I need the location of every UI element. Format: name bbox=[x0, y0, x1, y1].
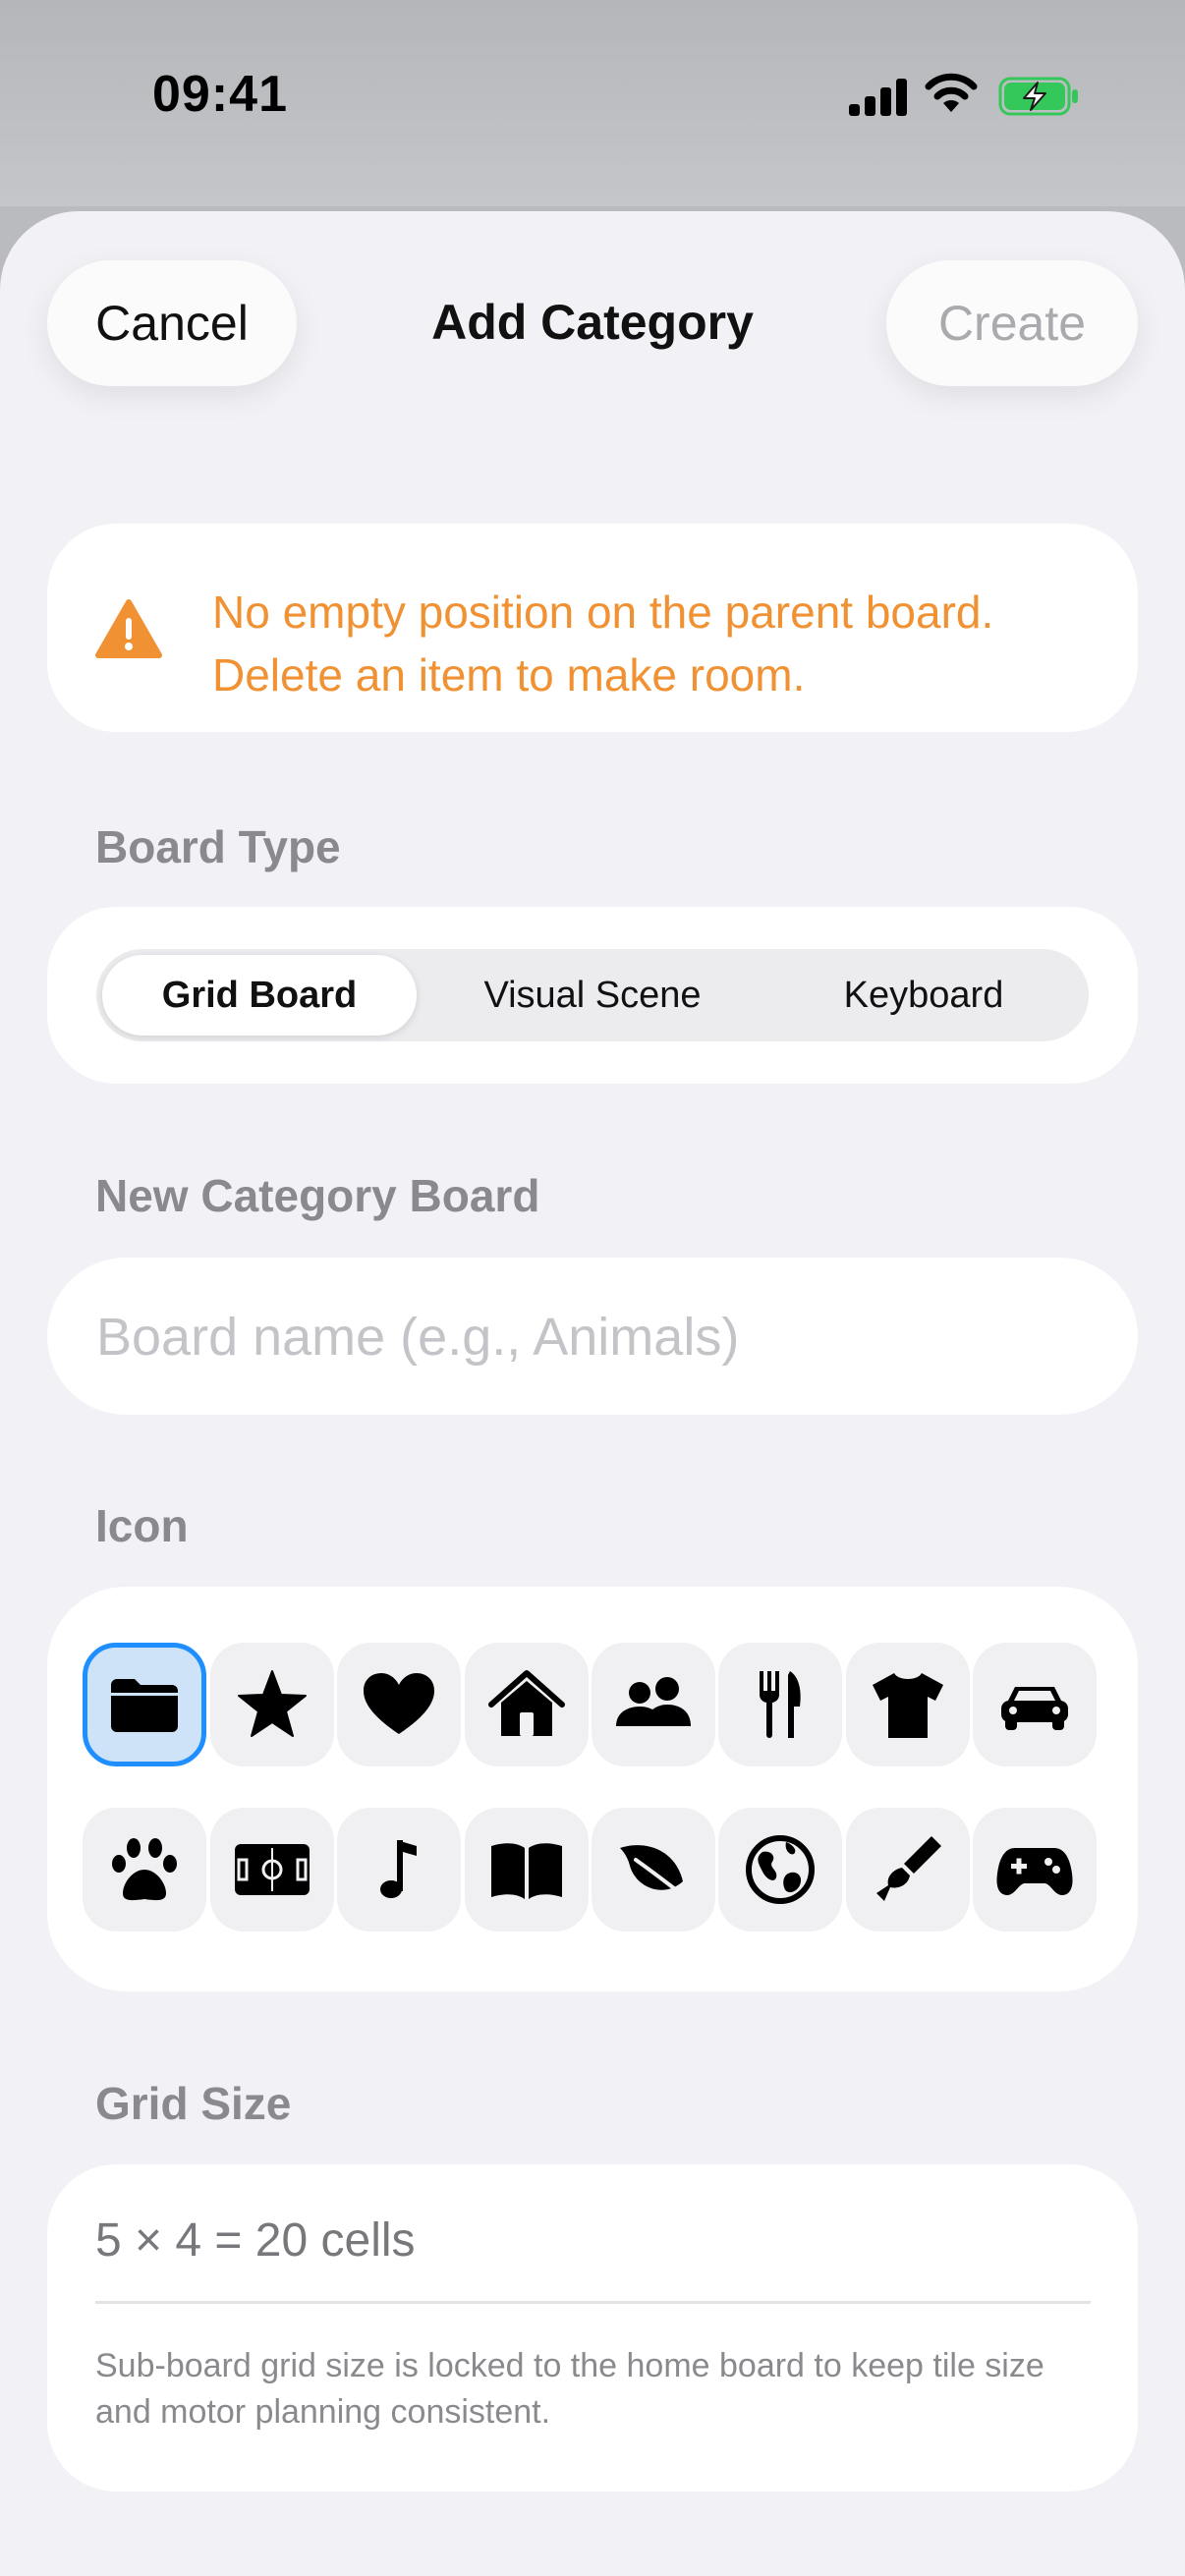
board-type-segmented-control: Grid Board Visual Scene Keyboard bbox=[96, 949, 1089, 1041]
icon-option-house[interactable] bbox=[465, 1643, 589, 1766]
icon-picker-card bbox=[47, 1587, 1138, 1991]
grid-size-card: 5 × 4 = 20 cells Sub-board grid size is … bbox=[47, 2164, 1138, 2492]
warning-banner: No empty position on the parent board. D… bbox=[47, 524, 1138, 732]
tshirt-icon bbox=[873, 1673, 943, 1738]
status-time: 09:41 bbox=[152, 66, 288, 123]
segment-keyboard[interactable]: Keyboard bbox=[764, 955, 1083, 1036]
icon-option-fork-knife[interactable] bbox=[718, 1643, 842, 1766]
globe-icon bbox=[746, 1835, 815, 1904]
icon-option-leaf[interactable] bbox=[592, 1808, 715, 1932]
battery-charging-icon bbox=[998, 77, 1078, 116]
segment-visual-scene[interactable]: Visual Scene bbox=[430, 955, 755, 1036]
gamecontroller-icon bbox=[996, 1848, 1073, 1895]
car-icon bbox=[1001, 1687, 1068, 1730]
icon-option-car[interactable] bbox=[973, 1643, 1097, 1766]
leaf-icon bbox=[620, 1845, 685, 1897]
icon-option-paintbrush[interactable] bbox=[846, 1808, 970, 1932]
create-button[interactable]: Create bbox=[886, 260, 1138, 386]
icon-option-people[interactable] bbox=[592, 1643, 715, 1766]
warning-message: No empty position on the parent board. D… bbox=[212, 587, 994, 700]
wifi-icon bbox=[925, 73, 978, 112]
heart-icon bbox=[364, 1673, 434, 1734]
board-type-card: Grid Board Visual Scene Keyboard bbox=[47, 907, 1138, 1084]
icon-option-folder[interactable] bbox=[83, 1643, 206, 1766]
folder-icon bbox=[111, 1679, 178, 1732]
icon-option-tshirt[interactable] bbox=[846, 1643, 970, 1766]
grid-size-value: 5 × 4 = 20 cells bbox=[95, 2214, 416, 2267]
status-bar: 09:41 bbox=[0, 0, 1185, 206]
board-name-input[interactable] bbox=[94, 1258, 1100, 1417]
icon-option-music-note[interactable] bbox=[337, 1808, 461, 1932]
book-icon bbox=[491, 1843, 562, 1899]
soccer-field-icon bbox=[235, 1844, 310, 1895]
grid-size-note: Sub-board grid size is locked to the hom… bbox=[95, 2347, 1044, 2431]
icon-option-pawprint[interactable] bbox=[83, 1808, 206, 1932]
pawprint-icon bbox=[112, 1838, 177, 1901]
music-note-icon bbox=[380, 1840, 417, 1898]
icon-option-soccer-field[interactable] bbox=[210, 1808, 334, 1932]
divider bbox=[95, 2301, 1091, 2304]
paintbrush-icon bbox=[876, 1836, 941, 1901]
new-category-board-label: New Category Board bbox=[95, 1170, 540, 1221]
icon-option-globe[interactable] bbox=[718, 1808, 842, 1932]
house-icon bbox=[488, 1670, 565, 1736]
icon-option-heart[interactable] bbox=[337, 1643, 461, 1766]
icon-option-book[interactable] bbox=[465, 1808, 589, 1932]
icon-option-gamecontroller[interactable] bbox=[973, 1808, 1097, 1932]
fork-knife-icon bbox=[760, 1671, 801, 1738]
icon-section-label: Icon bbox=[95, 1500, 189, 1551]
people-icon bbox=[616, 1677, 691, 1726]
grid-size-label: Grid Size bbox=[95, 2078, 292, 2129]
icon-option-star[interactable] bbox=[210, 1643, 334, 1766]
board-name-field-container bbox=[47, 1258, 1138, 1417]
board-type-label: Board Type bbox=[95, 821, 341, 872]
cellular-signal-icon bbox=[849, 79, 907, 116]
exclamation-triangle-icon bbox=[95, 599, 162, 658]
star-icon bbox=[238, 1670, 307, 1737]
segment-grid-board[interactable]: Grid Board bbox=[102, 955, 417, 1036]
